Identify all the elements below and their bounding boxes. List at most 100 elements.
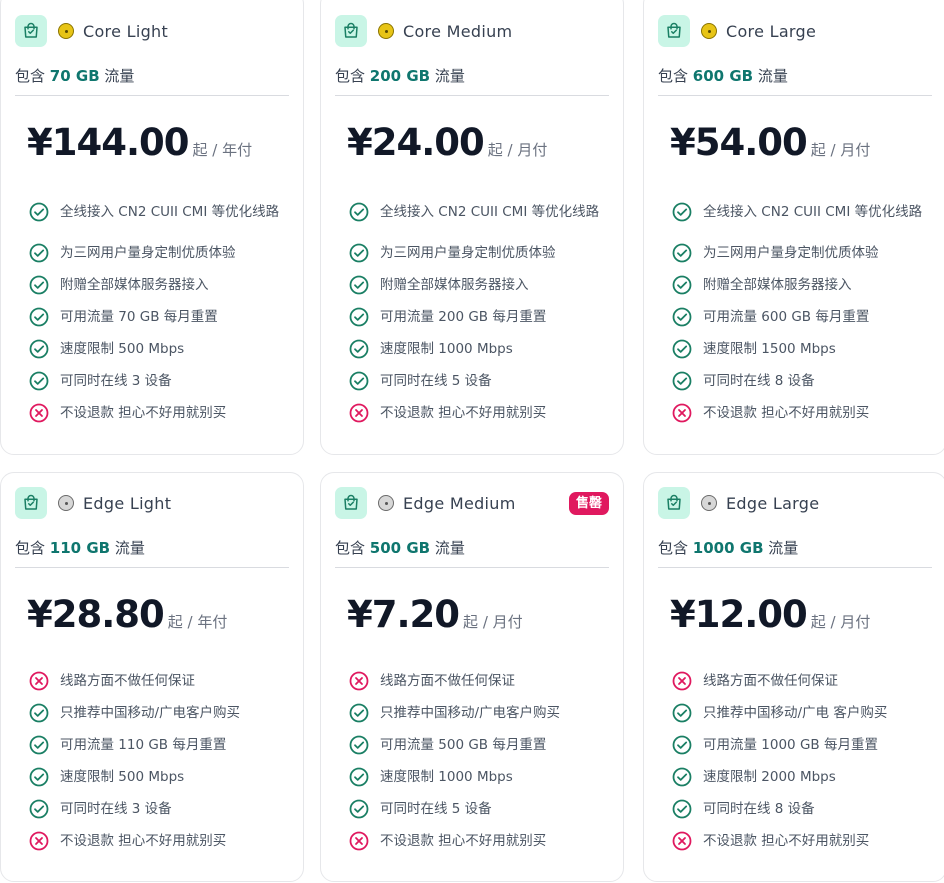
check-circle-icon — [672, 307, 692, 327]
feature-item: 速度限制 1500 Mbps — [672, 333, 930, 365]
feature-item: 速度限制 1000 Mbps — [349, 333, 607, 365]
feature-text: 速度限制 1000 Mbps — [380, 341, 513, 357]
check-circle-icon — [672, 735, 692, 755]
feature-text: 可用流量 500 GB 每月重置 — [380, 737, 547, 753]
check-circle-icon — [29, 799, 49, 819]
feature-item: 全线接入 CN2 CUII CMI 等优化线路 — [672, 187, 930, 237]
x-circle-icon — [29, 671, 49, 691]
feature-item: 线路方面不做任何保证 — [349, 665, 607, 697]
status-dot-icon — [58, 23, 74, 39]
check-circle-icon — [29, 703, 49, 723]
plan-card-core-large[interactable]: Core Large 包含 600 GB 流量 ¥54.00 起 / 月付 全线… — [643, 0, 944, 455]
feature-text: 只推荐中国移动/广电 客户购买 — [703, 705, 888, 721]
feature-text: 附赠全部媒体服务器接入 — [380, 277, 529, 293]
feature-item: 不设退款 担心不好用就别买 — [29, 825, 287, 857]
traffic-suffix: 流量 — [434, 539, 465, 557]
feature-text: 可同时在线 3 设备 — [60, 801, 172, 817]
plan-card-edge-light[interactable]: Edge Light 包含 110 GB 流量 ¥28.80 起 / 年付 线路… — [0, 472, 304, 882]
check-circle-icon — [349, 799, 369, 819]
check-circle-icon — [672, 371, 692, 391]
billing-period: 起 / 年付 — [192, 141, 253, 159]
feature-item: 不设退款 担心不好用就别买 — [29, 397, 287, 429]
feature-text: 全线接入 CN2 CUII CMI 等优化线路 — [703, 204, 923, 220]
shopping-bag-icon — [15, 487, 47, 519]
feature-item: 可同时在线 5 设备 — [349, 365, 607, 397]
traffic-amount: 500 GB — [369, 539, 431, 557]
feature-list: 全线接入 CN2 CUII CMI 等优化线路 为三网用户量身定制优质体验 附赠… — [672, 187, 930, 429]
traffic-line: 包含 600 GB 流量 — [658, 65, 788, 86]
divider — [15, 95, 289, 96]
feature-text: 线路方面不做任何保证 — [60, 673, 195, 689]
plan-name: Edge Light — [83, 493, 172, 513]
feature-item: 附赠全部媒体服务器接入 — [29, 269, 287, 301]
feature-text: 可用流量 70 GB 每月重置 — [60, 309, 218, 325]
traffic-line: 包含 1000 GB 流量 — [658, 537, 798, 558]
divider — [335, 567, 609, 568]
check-circle-icon — [672, 202, 692, 222]
price: ¥54.00 — [670, 121, 808, 164]
feature-item: 线路方面不做任何保证 — [672, 665, 930, 697]
price: ¥24.00 — [347, 121, 485, 164]
feature-item: 只推荐中国移动/广电 客户购买 — [672, 697, 930, 729]
traffic-prefix: 包含 — [658, 539, 689, 557]
feature-item: 只推荐中国移动/广电客户购买 — [349, 697, 607, 729]
plan-name: Core Large — [726, 21, 817, 41]
check-circle-icon — [672, 275, 692, 295]
plan-header: Edge Large — [658, 487, 932, 519]
feature-text: 为三网用户量身定制优质体验 — [380, 245, 556, 261]
feature-text: 只推荐中国移动/广电客户购买 — [380, 705, 561, 721]
traffic-suffix: 流量 — [114, 539, 145, 557]
feature-item: 可用流量 500 GB 每月重置 — [349, 729, 607, 761]
billing-period: 起 / 年付 — [167, 613, 228, 631]
billing-period: 起 / 月付 — [810, 613, 871, 631]
check-circle-icon — [349, 371, 369, 391]
x-circle-icon — [672, 831, 692, 851]
plan-card-core-medium[interactable]: Core Medium 包含 200 GB 流量 ¥24.00 起 / 月付 全… — [320, 0, 624, 455]
traffic-amount: 110 GB — [49, 539, 111, 557]
feature-item: 可用流量 200 GB 每月重置 — [349, 301, 607, 333]
traffic-line: 包含 200 GB 流量 — [335, 65, 465, 86]
plan-card-edge-large[interactable]: Edge Large 包含 1000 GB 流量 ¥12.00 起 / 月付 线… — [643, 472, 944, 882]
feature-item: 速度限制 2000 Mbps — [672, 761, 930, 793]
traffic-line: 包含 110 GB 流量 — [15, 537, 145, 558]
check-circle-icon — [672, 339, 692, 359]
feature-item: 为三网用户量身定制优质体验 — [672, 237, 930, 269]
sold-out-badge: 售罄 — [568, 491, 609, 515]
shopping-bag-icon — [15, 15, 47, 47]
feature-item: 全线接入 CN2 CUII CMI 等优化线路 — [29, 187, 287, 237]
divider — [335, 95, 609, 96]
feature-text: 线路方面不做任何保证 — [380, 673, 515, 689]
feature-item: 可同时在线 3 设备 — [29, 365, 287, 397]
check-circle-icon — [29, 735, 49, 755]
feature-item: 速度限制 1000 Mbps — [349, 761, 607, 793]
check-circle-icon — [29, 767, 49, 787]
traffic-amount: 200 GB — [369, 67, 431, 85]
feature-item: 可用流量 600 GB 每月重置 — [672, 301, 930, 333]
check-circle-icon — [349, 339, 369, 359]
status-dot-icon — [701, 495, 717, 511]
plan-card-core-light[interactable]: Core Light 包含 70 GB 流量 ¥144.00 起 / 年付 全线… — [0, 0, 304, 455]
status-dot-icon — [378, 495, 394, 511]
check-circle-icon — [29, 275, 49, 295]
x-circle-icon — [672, 403, 692, 423]
feature-text: 可同时在线 8 设备 — [703, 801, 815, 817]
plan-card-edge-medium[interactable]: Edge Medium 售罄 包含 500 GB 流量 ¥7.20 起 / 月付… — [320, 472, 624, 882]
x-circle-icon — [349, 831, 369, 851]
plan-grid: Core Light 包含 70 GB 流量 ¥144.00 起 / 年付 全线… — [0, 0, 944, 883]
traffic-prefix: 包含 — [15, 67, 46, 85]
divider — [15, 567, 289, 568]
feature-text: 不设退款 担心不好用就别买 — [60, 833, 227, 849]
plan-header: Core Medium — [335, 15, 609, 47]
x-circle-icon — [29, 831, 49, 851]
check-circle-icon — [349, 275, 369, 295]
traffic-line: 包含 500 GB 流量 — [335, 537, 465, 558]
feature-text: 附赠全部媒体服务器接入 — [703, 277, 852, 293]
feature-item: 可用流量 1000 GB 每月重置 — [672, 729, 930, 761]
feature-text: 速度限制 2000 Mbps — [703, 769, 836, 785]
price-row: ¥12.00 起 / 月付 — [670, 593, 870, 636]
x-circle-icon — [29, 403, 49, 423]
plan-name: Core Light — [83, 21, 169, 41]
feature-item: 速度限制 500 Mbps — [29, 761, 287, 793]
feature-text: 全线接入 CN2 CUII CMI 等优化线路 — [60, 204, 280, 220]
feature-item: 附赠全部媒体服务器接入 — [672, 269, 930, 301]
